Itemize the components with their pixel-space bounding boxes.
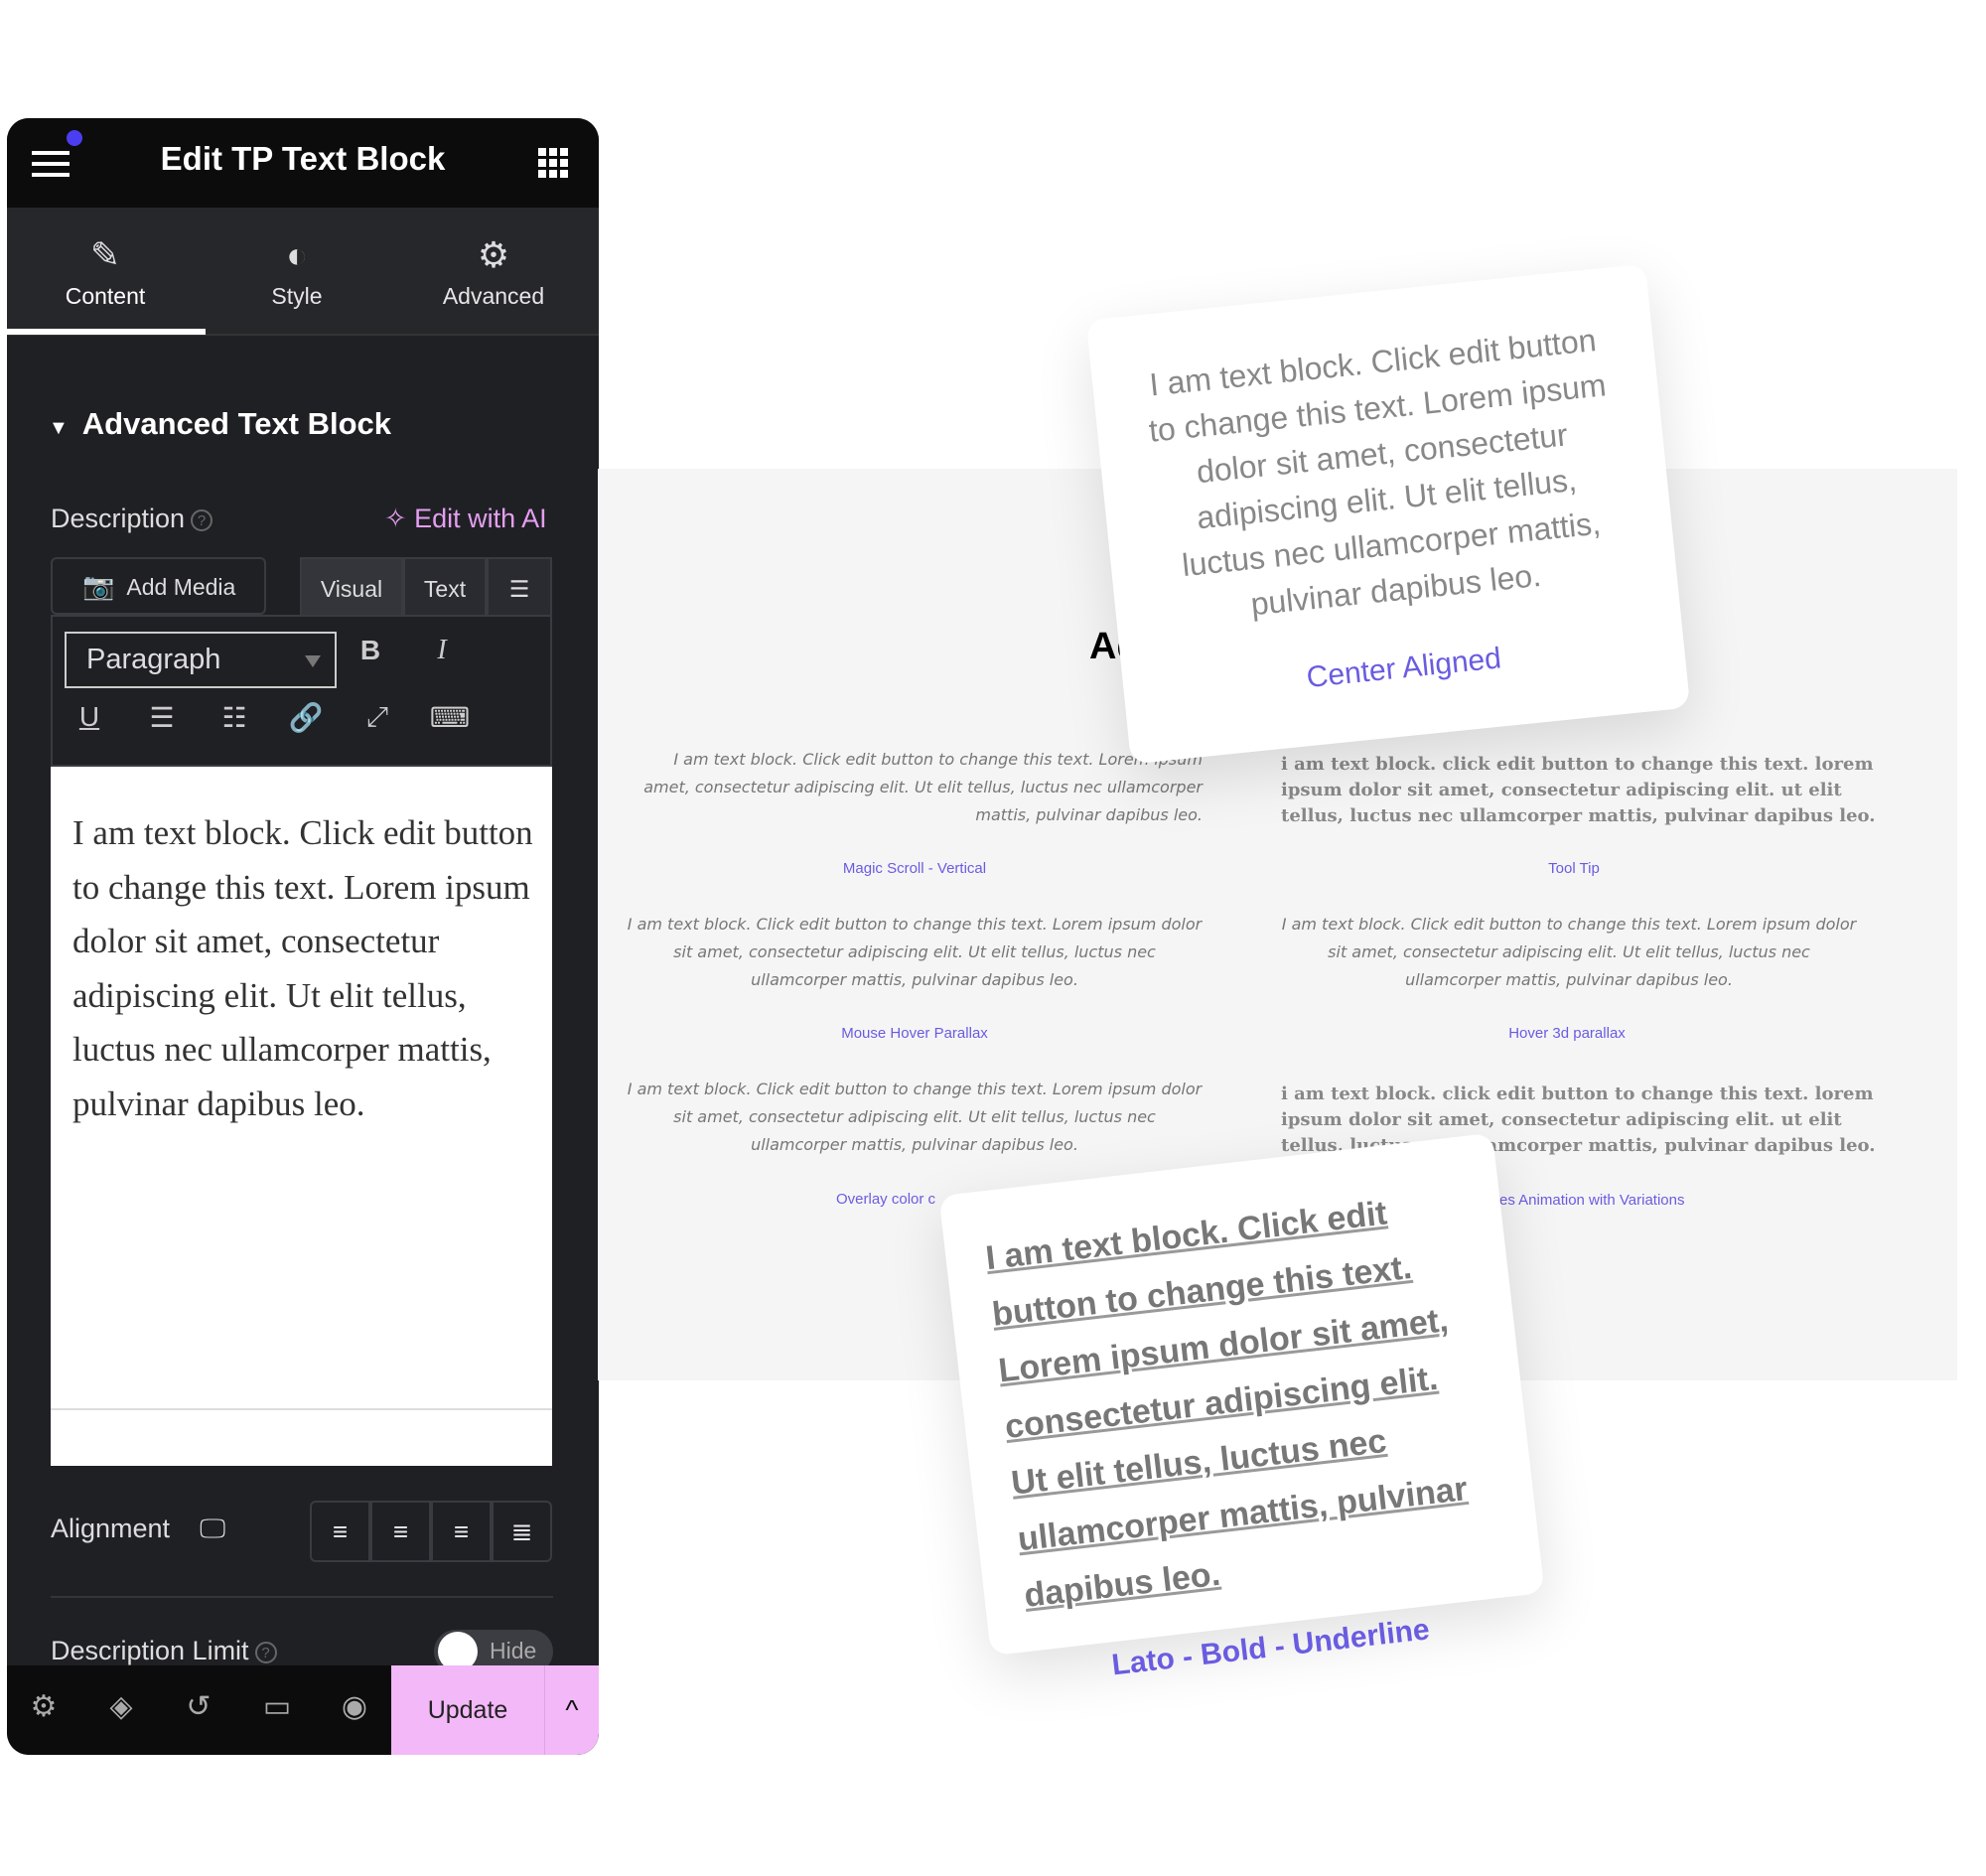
- editor-toolbar: Paragraph B I U ☰ ☷ 🔗 ⤢ ⌨: [51, 615, 552, 767]
- active-tab-indicator: [7, 329, 206, 335]
- help-icon[interactable]: ?: [254, 1641, 277, 1663]
- align-justify-button[interactable]: ≣: [492, 1501, 552, 1562]
- add-media-button[interactable]: 📷 Add Media: [51, 557, 266, 615]
- align-left-button[interactable]: ≡: [310, 1501, 370, 1562]
- text-block: I am text block. Click edit button to ch…: [627, 915, 1203, 989]
- demo-link-tool-tip[interactable]: Tool Tip: [1375, 860, 1773, 877]
- divider: [51, 1596, 553, 1598]
- keyboard-icon[interactable]: ⌨: [425, 701, 475, 734]
- panel-footer: ⚙ ◈ ↺ ▭ ◉ Update ^: [7, 1665, 599, 1755]
- section-toggle[interactable]: ▼ Advanced Text Block: [49, 406, 391, 442]
- bold-icon[interactable]: B: [346, 635, 395, 666]
- gear-icon: ⚙: [477, 234, 510, 275]
- format-select[interactable]: Paragraph: [65, 632, 337, 688]
- demo-link-animation-variations[interactable]: es Animation with Variations: [1499, 1192, 1897, 1209]
- tab-advanced[interactable]: ⚙ Advanced: [395, 208, 592, 336]
- demo-link-magic-scroll[interactable]: Magic Scroll - Vertical: [716, 860, 1113, 877]
- text-block: I am text block. Click edit button to ch…: [643, 750, 1203, 824]
- align-right-button[interactable]: ≡: [431, 1501, 492, 1562]
- settings-icon[interactable]: ⚙: [24, 1689, 64, 1724]
- text-block: I am text block. Click edit button to ch…: [1281, 915, 1857, 989]
- editor-statusbar: [51, 1408, 552, 1410]
- edit-with-ai-button[interactable]: ✧ Edit with AI: [384, 504, 547, 534]
- tab-content[interactable]: ✎ Content: [7, 208, 204, 336]
- database-icon[interactable]: ☰: [487, 557, 552, 619]
- alignment-label: Alignment 🖵: [51, 1514, 226, 1543]
- description-label: Description?: [51, 504, 213, 534]
- apps-grid-icon[interactable]: [538, 148, 568, 178]
- caret-down-icon: ▼: [49, 417, 69, 439]
- panel-header: Edit TP Text Block: [7, 118, 599, 208]
- text-block: i am text block. click edit button to ch…: [1281, 754, 1876, 826]
- floating-card-center-aligned: I am text block. Click edit button to ch…: [1085, 263, 1691, 765]
- editor-textarea[interactable]: I am text block. Click edit button to ch…: [51, 767, 552, 1466]
- help-icon[interactable]: ?: [191, 508, 213, 531]
- pencil-icon: ✎: [89, 234, 121, 275]
- editor-panel: Edit TP Text Block ✎ Content ◐ Style ⚙ Adva…: [7, 118, 599, 1755]
- underline-icon[interactable]: U: [65, 701, 114, 733]
- card-label: Center Aligned: [1305, 642, 1503, 695]
- italic-icon[interactable]: I: [417, 635, 467, 666]
- align-center-button[interactable]: ≡: [370, 1501, 431, 1562]
- media-icon: 📷: [82, 571, 115, 601]
- tab-visual[interactable]: Visual: [300, 557, 403, 619]
- demo-link-hover-3d-parallax[interactable]: Hover 3d parallax: [1368, 1025, 1766, 1042]
- desktop-icon[interactable]: 🖵: [200, 1514, 225, 1543]
- history-icon[interactable]: ↺: [179, 1689, 218, 1724]
- link-icon[interactable]: 🔗: [281, 701, 331, 734]
- responsive-icon[interactable]: ▭: [257, 1689, 297, 1724]
- panel-title: Edit TP Text Block: [160, 140, 446, 177]
- chevron-up-icon[interactable]: ^: [544, 1665, 599, 1755]
- numbered-list-icon[interactable]: ☷: [210, 701, 259, 734]
- bullet-list-icon[interactable]: ☰: [137, 701, 187, 734]
- fullscreen-icon[interactable]: ⤢: [353, 701, 402, 734]
- half-circle-icon: ◐: [286, 234, 308, 275]
- panel-tabs: ✎ Content ◐ Style ⚙ Advanced: [7, 208, 599, 336]
- sparkle-icon: ✧: [384, 504, 415, 533]
- preview-eye-icon[interactable]: ◉: [335, 1689, 374, 1724]
- update-button[interactable]: Update: [391, 1665, 544, 1755]
- tab-style[interactable]: ◐ Style: [199, 208, 395, 336]
- description-limit-label: Description Limit?: [51, 1636, 277, 1666]
- layers-icon[interactable]: ◈: [101, 1689, 141, 1724]
- floating-card-underline: I am text block. Click edit button to ch…: [938, 1132, 1545, 1681]
- tab-text[interactable]: Text: [403, 557, 487, 619]
- text-block: I am text block. Click edit button to ch…: [627, 1080, 1203, 1154]
- demo-link-mouse-hover-parallax[interactable]: Mouse Hover Parallax: [716, 1025, 1113, 1042]
